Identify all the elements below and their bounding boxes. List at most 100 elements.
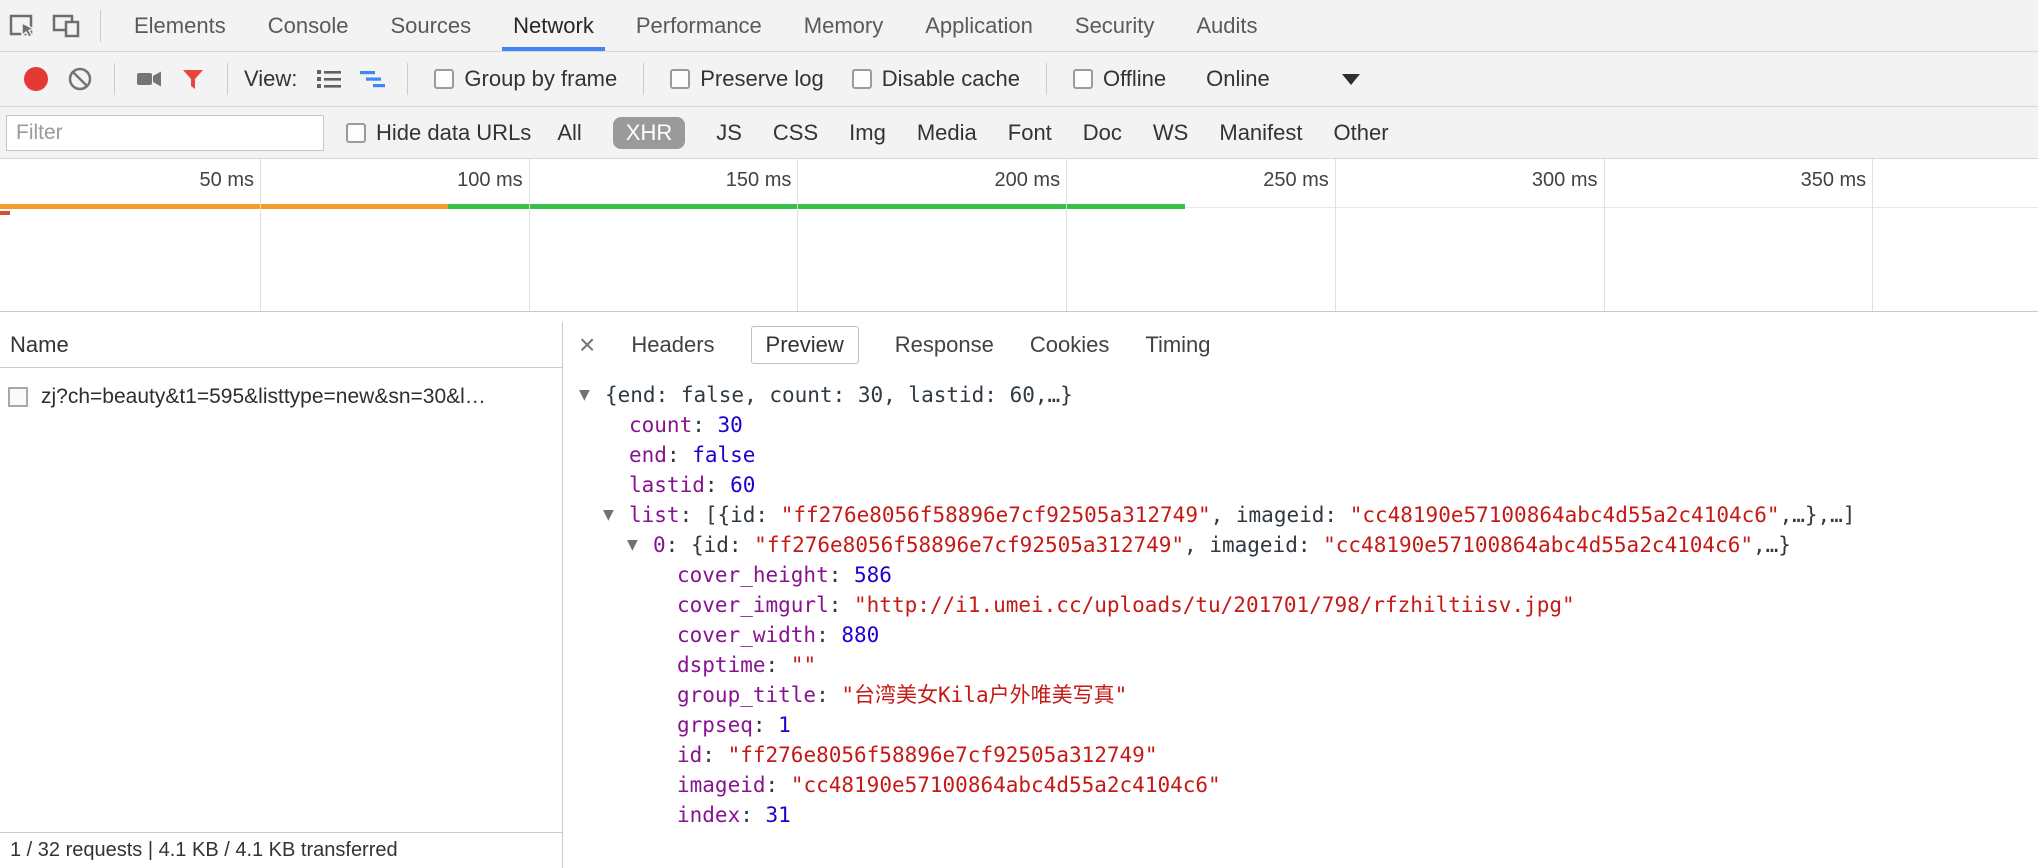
json-str: "ff276e8056f58896e7cf92505a312749" [781,500,1211,530]
name-column-header[interactable]: Name [0,322,562,368]
json-key: lastid [629,470,705,500]
inspect-element-button[interactable] [0,4,44,48]
device-toolbar-button[interactable] [44,4,88,48]
record-button[interactable] [24,67,48,91]
json-str: "ff276e8056f58896e7cf92505a312749" [754,530,1184,560]
overview-bar-orange [0,204,448,209]
json-plain: : {id: [666,530,755,560]
detail-tab-response[interactable]: Response [895,332,994,358]
disable-cache-checkbox[interactable] [852,69,872,89]
type-filter-media[interactable]: Media [917,120,977,146]
type-filter-xhr[interactable]: XHR [613,117,685,149]
devtools-window: ElementsConsoleSourcesNetworkPerformance… [0,0,2038,868]
disable-cache-label: Disable cache [882,66,1020,92]
tab-memory[interactable]: Memory [783,0,904,51]
type-filter-doc[interactable]: Doc [1083,120,1122,146]
timeline-gridline [529,159,530,311]
timeline-tick-label: 350 ms [1716,169,1866,192]
timeline-gridline [1872,159,1873,311]
tab-elements[interactable]: Elements [113,0,247,51]
detail-tab-preview[interactable]: Preview [751,326,859,364]
type-filter-ws[interactable]: WS [1153,120,1188,146]
tab-application[interactable]: Application [904,0,1054,51]
device-toolbar-icon [50,10,82,42]
tab-sources[interactable]: Sources [369,0,492,51]
filter-toggle-button[interactable] [171,57,215,101]
overview-toggle-button[interactable] [351,57,395,101]
inspect-icon [6,10,38,42]
type-filter-other[interactable]: Other [1334,120,1389,146]
type-filter-font[interactable]: Font [1008,120,1052,146]
preserve-log-checkbox[interactable] [670,69,690,89]
json-key: id [677,740,702,770]
timeline-ruler: 50 ms100 ms150 ms200 ms250 ms300 ms350 m… [0,159,2038,208]
json-key: 0 [653,530,666,560]
json-plain: {end: false, count: 30, lastid: 60,…} [605,380,1073,410]
list-view-button[interactable] [307,57,351,101]
clear-button[interactable] [58,57,102,101]
clear-icon [66,65,94,93]
close-icon[interactable]: × [579,331,595,359]
hide-data-urls-option[interactable]: Hide data URLs [346,120,531,146]
detail-tab-headers[interactable]: Headers [631,332,714,358]
json-key: cover_height [677,560,829,590]
preserve-log-option[interactable]: Preserve log [670,66,824,92]
tree-line: cover_height: 586 [563,560,2038,590]
type-filters: All XHR JS CSS Img Media Font Doc WS Manifest Othe… [557,117,1388,149]
detail-tab-cookies[interactable]: Cookies [1030,332,1109,358]
json-plain: : [766,770,791,800]
type-filter-manifest[interactable]: Manifest [1219,120,1302,146]
request-type-icon [8,387,28,407]
tab-audits[interactable]: Audits [1175,0,1278,51]
network-overview[interactable]: 50 ms100 ms150 ms200 ms250 ms300 ms350 m… [0,159,2038,312]
tab-console[interactable]: Console [247,0,370,51]
json-plain: , imageid: [1211,500,1350,530]
json-plain: : [740,800,765,830]
detail-tab-timing[interactable]: Timing [1145,332,1210,358]
type-filter-img[interactable]: Img [849,120,886,146]
filter-input[interactable] [6,115,324,151]
tree-line: imageid: "cc48190e57100864abc4d55a2c4104… [563,770,2038,800]
throttling-select[interactable]: Online [1206,66,1360,92]
timeline-gridline [1335,159,1336,311]
offline-checkbox[interactable] [1073,69,1093,89]
tree-line: grpseq: 1 [563,710,2038,740]
type-filter-all[interactable]: All [557,120,581,146]
tab-security[interactable]: Security [1054,0,1175,51]
type-filter-js[interactable]: JS [716,120,742,146]
json-key: group_title [677,680,816,710]
json-num: false [692,440,755,470]
timeline-gridline [1066,159,1067,311]
tree-line: cover_imgurl: "http://i1.umei.cc/uploads… [563,590,2038,620]
json-num: 60 [730,470,755,500]
main-tabbar: ElementsConsoleSourcesNetworkPerformance… [0,0,2038,52]
json-str: "cc48190e57100864abc4d55a2c4104c6" [791,770,1221,800]
toolbar-separator [114,63,115,95]
json-key: cover_imgurl [677,590,829,620]
tab-network[interactable]: Network [492,0,615,51]
request-list: zj?ch=beauty&t1=595&listtype=new&sn=30&l… [0,368,562,418]
status-text: 1 / 32 requests | 4.1 KB / 4.1 KB transf… [10,839,398,862]
group-by-frame-option[interactable]: Group by frame [434,66,617,92]
json-str: "台湾美女Kila户外唯美写真" [841,680,1127,710]
json-str: "" [791,650,816,680]
preview-tree: ▼{end: false, count: 30, lastid: 60,…}co… [563,368,2038,868]
offline-option[interactable]: Offline [1073,66,1166,92]
expander-icon[interactable]: ▼ [627,530,653,560]
group-by-frame-checkbox[interactable] [434,69,454,89]
json-plain: : [692,410,717,440]
expander-icon[interactable]: ▼ [603,500,629,530]
type-filter-css[interactable]: CSS [773,120,818,146]
overview-bar-green [448,204,1185,209]
json-key: end [629,440,667,470]
expander-icon[interactable]: ▼ [579,380,605,410]
capture-screenshots-button[interactable] [127,57,171,101]
json-plain: : [667,440,692,470]
request-row[interactable]: zj?ch=beauty&t1=595&listtype=new&sn=30&l… [0,376,562,418]
disable-cache-option[interactable]: Disable cache [852,66,1020,92]
timeline-tick-label: 50 ms [104,169,254,192]
tree-line: cover_width: 880 [563,620,2038,650]
tab-performance[interactable]: Performance [615,0,783,51]
timeline-tick-label: 200 ms [910,169,1060,192]
hide-data-urls-checkbox[interactable] [346,123,366,143]
